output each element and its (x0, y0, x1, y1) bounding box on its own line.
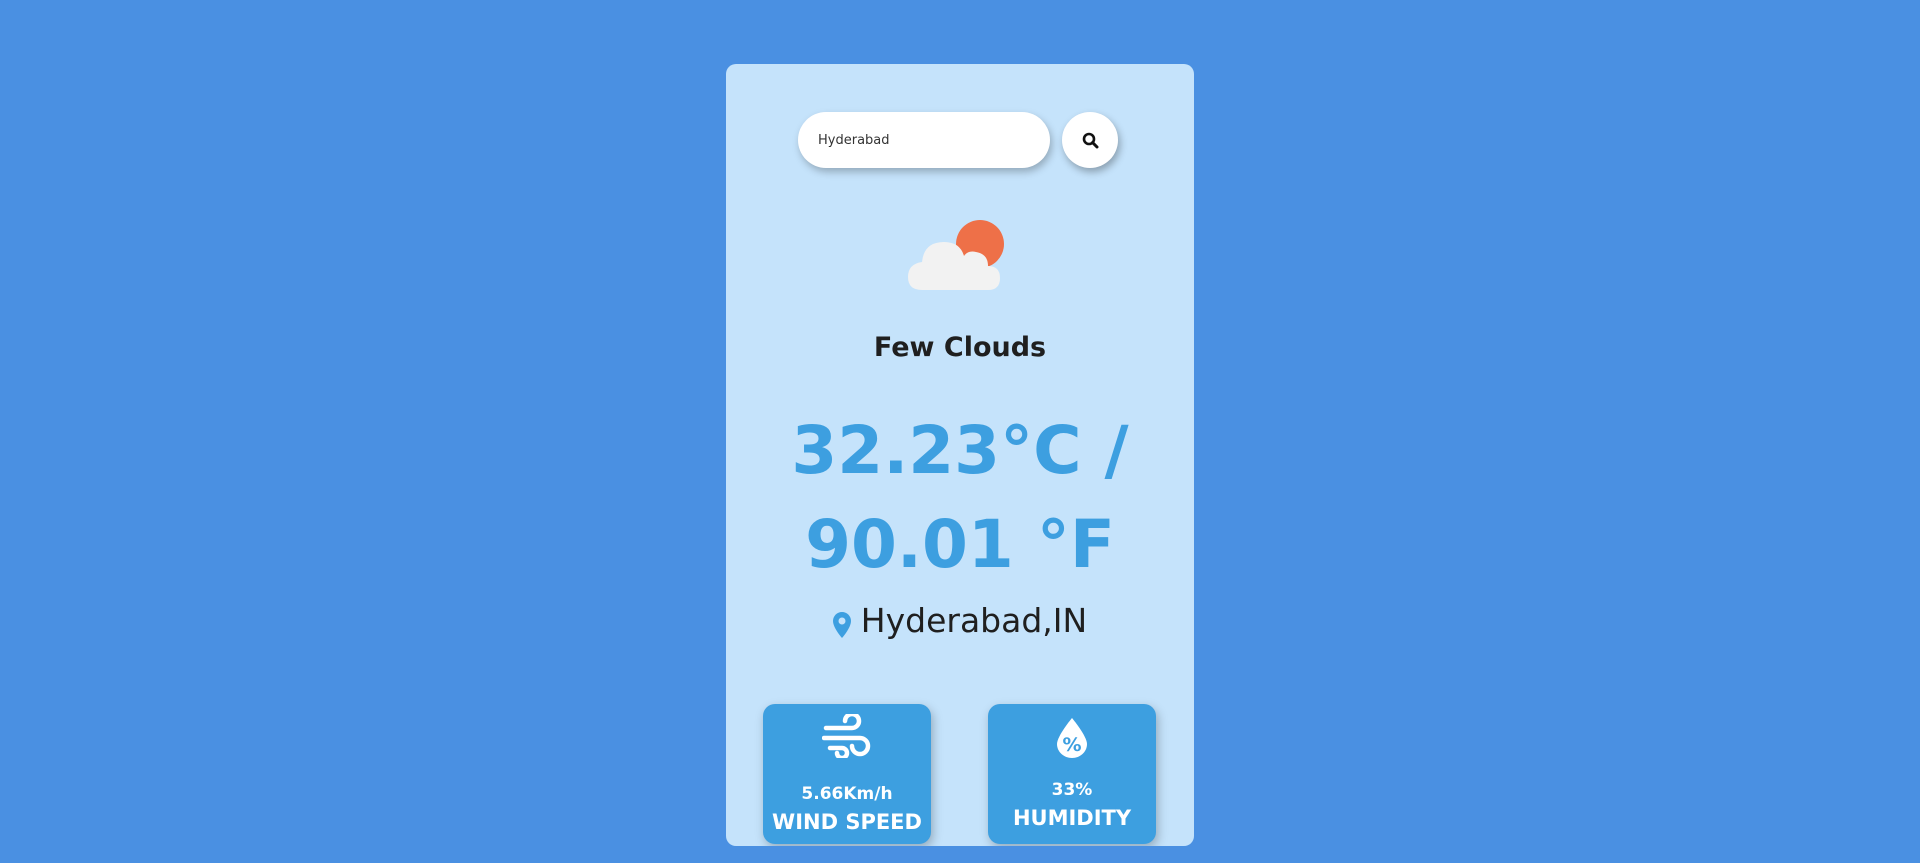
humidity-value: 33% (1051, 780, 1093, 800)
search-bar (798, 112, 1128, 168)
humidity-percent-drop-icon: % (988, 718, 1156, 758)
weather-condition: Few Clouds (873, 332, 1047, 363)
temperature: 32.23°C / 90.01 °F (726, 404, 1194, 592)
humidity-card: % 33% HUMIDITY (988, 704, 1156, 844)
search-icon (1082, 132, 1099, 149)
search-button[interactable] (1062, 112, 1118, 168)
location-pin-icon (832, 607, 851, 638)
weather-card: Few Clouds 32.23°C / 90.01 °F Hyderabad,… (726, 64, 1194, 846)
svg-text:%: % (1062, 734, 1081, 756)
wind-speed-card: 5.66Km/h WIND SPEED (763, 704, 931, 844)
humidity-label: HUMIDITY (1012, 806, 1132, 830)
few-clouds-day-icon (908, 220, 1012, 292)
location: Hyderabad,IN (726, 598, 1194, 642)
temperature-fahrenheit: 90.01 °F (805, 506, 1115, 583)
search-input[interactable] (798, 112, 1050, 168)
wind-speed-label: WIND SPEED (772, 810, 922, 834)
wind-icon (763, 714, 931, 758)
wind-speed-value: 5.66Km/h (801, 784, 893, 804)
temperature-celsius: 32.23°C / (791, 412, 1129, 489)
location-name: Hyderabad,IN (860, 600, 1088, 640)
